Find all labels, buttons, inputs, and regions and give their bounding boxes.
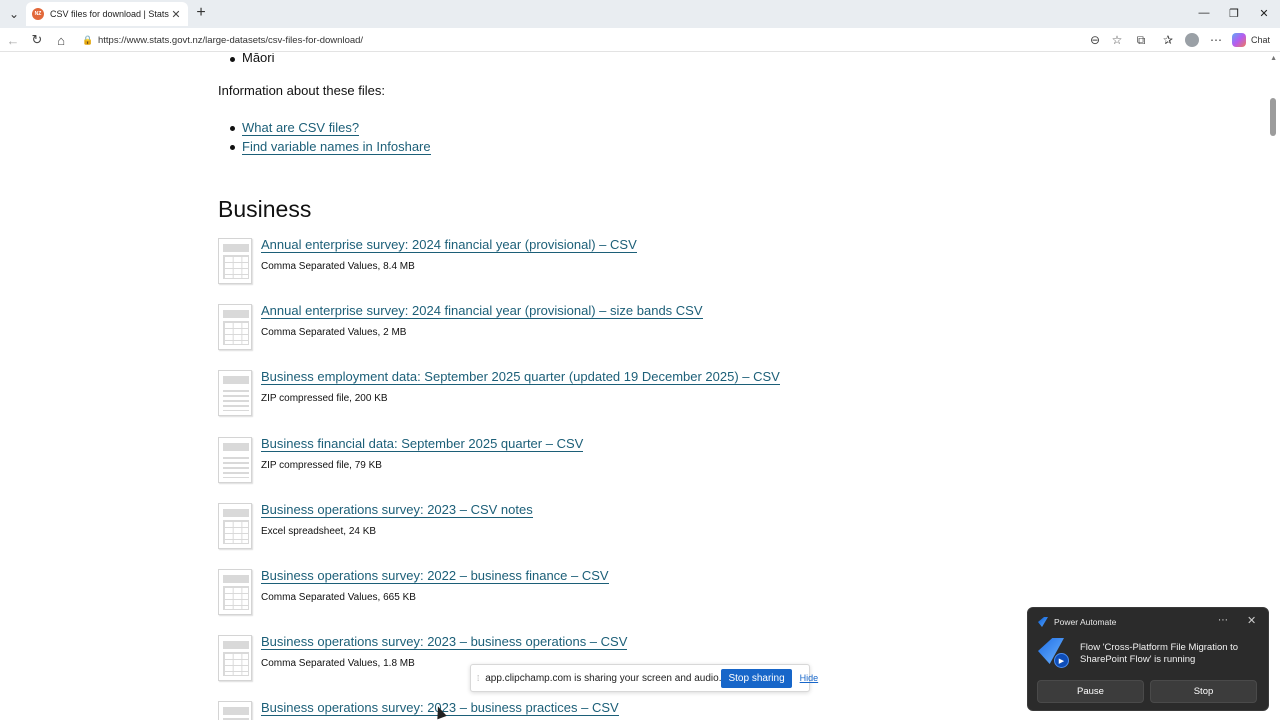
- file-info: ZIP compressed file, 200 KB: [261, 393, 388, 404]
- new-tab-icon[interactable]: +: [192, 4, 210, 22]
- notification-message: Flow 'Cross-Platform File Migration to S…: [1080, 642, 1239, 665]
- copilot-icon: [1232, 33, 1246, 47]
- info-heading: Information about these files:: [218, 83, 385, 98]
- download-item: Business operations survey: 2023 – busin…: [218, 700, 918, 720]
- extensions-icon[interactable]: ⧉: [1132, 31, 1150, 49]
- url-text: https://www.stats.govt.nz/large-datasets…: [98, 34, 364, 46]
- what-are-csv-link[interactable]: What are CSV files?: [242, 120, 360, 136]
- site-favicon-icon: NZ: [32, 8, 44, 20]
- more-menu-icon[interactable]: ⋯: [1207, 31, 1225, 49]
- section-title: Business: [218, 196, 312, 222]
- spreadsheet-icon[interactable]: [218, 701, 252, 720]
- scroll-up-icon[interactable]: ▲: [1270, 55, 1277, 62]
- download-link[interactable]: Business financial data: September 2025 …: [261, 436, 584, 452]
- pause-button[interactable]: Pause: [1037, 680, 1144, 703]
- stop-sharing-button[interactable]: Stop sharing: [721, 668, 792, 688]
- address-bar[interactable]: 🔒 https://www.stats.govt.nz/large-datase…: [76, 30, 1134, 50]
- play-icon: ▶: [1054, 653, 1069, 668]
- download-link[interactable]: Business operations survey: 2023 – busin…: [261, 634, 628, 650]
- more-options-icon[interactable]: ⋯: [1218, 615, 1228, 626]
- tab-actions-menu-icon[interactable]: ⌄: [4, 4, 24, 24]
- download-item: Business employment data: September 2025…: [218, 369, 918, 420]
- tab-title: CSV files for download | Stats NZ: [50, 9, 170, 19]
- maximize-icon[interactable]: ❐: [1224, 4, 1244, 22]
- list-item: Māori: [242, 53, 275, 65]
- toolbar: ← ↻ ⌂ 🔒 https://www.stats.govt.nz/large-…: [0, 28, 1280, 52]
- favorite-star-icon[interactable]: ☆: [1108, 31, 1126, 49]
- drag-handle-icon[interactable]: ⁞: [477, 674, 479, 683]
- document-icon[interactable]: [218, 370, 252, 416]
- close-icon[interactable]: ✕: [1247, 614, 1256, 627]
- download-link[interactable]: Business operations survey: 2022 – busin…: [261, 568, 609, 584]
- spreadsheet-icon[interactable]: [218, 503, 252, 549]
- list-bullet: [230, 126, 235, 131]
- home-icon[interactable]: ⌂: [52, 31, 70, 49]
- notification-header: Power Automate: [1038, 617, 1116, 627]
- minimize-icon[interactable]: —: [1194, 4, 1214, 22]
- download-item: Business financial data: September 2025 …: [218, 436, 918, 487]
- download-item: Business operations survey: 2022 – busin…: [218, 568, 918, 619]
- file-info: Comma Separated Values, 1.8 MB: [261, 658, 415, 669]
- scrollbar-thumb[interactable]: [1270, 98, 1276, 136]
- power-automate-logo-icon: ▶: [1038, 638, 1070, 668]
- sharing-status-text: app.clipchamp.com is sharing your screen…: [485, 672, 722, 684]
- read-aloud-icon[interactable]: ⊖: [1086, 31, 1104, 49]
- spreadsheet-icon[interactable]: [218, 569, 252, 615]
- tab-close-icon[interactable]: ✕: [170, 8, 182, 21]
- lock-icon[interactable]: 🔒: [80, 35, 96, 46]
- copilot-chat-button[interactable]: Chat: [1232, 31, 1270, 49]
- close-window-icon[interactable]: ✕: [1254, 4, 1274, 22]
- refresh-icon[interactable]: ↻: [28, 31, 46, 49]
- notification-app-name: Power Automate: [1054, 617, 1117, 627]
- screen-sharing-bar: ⁞ app.clipchamp.com is sharing your scre…: [470, 664, 818, 692]
- stop-button[interactable]: Stop: [1150, 680, 1257, 703]
- download-item: Annual enterprise survey: 2024 financial…: [218, 303, 918, 354]
- tab-active[interactable]: NZ CSV files for download | Stats NZ ✕: [26, 2, 188, 26]
- file-info: ZIP compressed file, 79 KB: [261, 460, 382, 471]
- back-icon[interactable]: ←: [4, 31, 22, 49]
- download-item: Annual enterprise survey: 2024 financial…: [218, 237, 918, 288]
- spreadsheet-icon[interactable]: [218, 304, 252, 350]
- list-bullet: [230, 57, 235, 62]
- list-bullet: [230, 145, 235, 150]
- spreadsheet-icon[interactable]: [218, 238, 252, 284]
- download-link[interactable]: Annual enterprise survey: 2024 financial…: [261, 237, 637, 253]
- power-automate-notification: Power Automate ⋯ ✕ ▶ Flow 'Cross-Platfor…: [1027, 607, 1269, 711]
- avatar: [1185, 33, 1199, 47]
- chat-label: Chat: [1251, 35, 1271, 45]
- download-link[interactable]: Annual enterprise survey: 2024 financial…: [261, 303, 703, 319]
- download-link[interactable]: Business operations survey: 2023 – CSV n…: [261, 502, 533, 518]
- download-link[interactable]: Business employment data: September 2025…: [261, 369, 780, 385]
- file-info: Comma Separated Values, 8.4 MB: [261, 261, 415, 272]
- spreadsheet-icon[interactable]: [218, 635, 252, 681]
- power-automate-icon: [1038, 617, 1048, 627]
- variable-names-link[interactable]: Find variable names in Infoshare: [242, 139, 431, 155]
- profile-icon[interactable]: [1183, 31, 1201, 49]
- file-info: Comma Separated Values, 2 MB: [261, 327, 407, 338]
- file-info: Excel spreadsheet, 24 KB: [261, 526, 377, 537]
- file-info: Comma Separated Values, 665 KB: [261, 592, 416, 603]
- favorites-icon[interactable]: ✰: [1159, 31, 1177, 49]
- tab-strip: ⌄ NZ CSV files for download | Stats NZ ✕…: [0, 0, 1280, 28]
- document-icon[interactable]: [218, 437, 252, 483]
- download-item: Business operations survey: 2023 – CSV n…: [218, 502, 918, 553]
- hide-sharing-bar-link[interactable]: Hide: [800, 673, 819, 683]
